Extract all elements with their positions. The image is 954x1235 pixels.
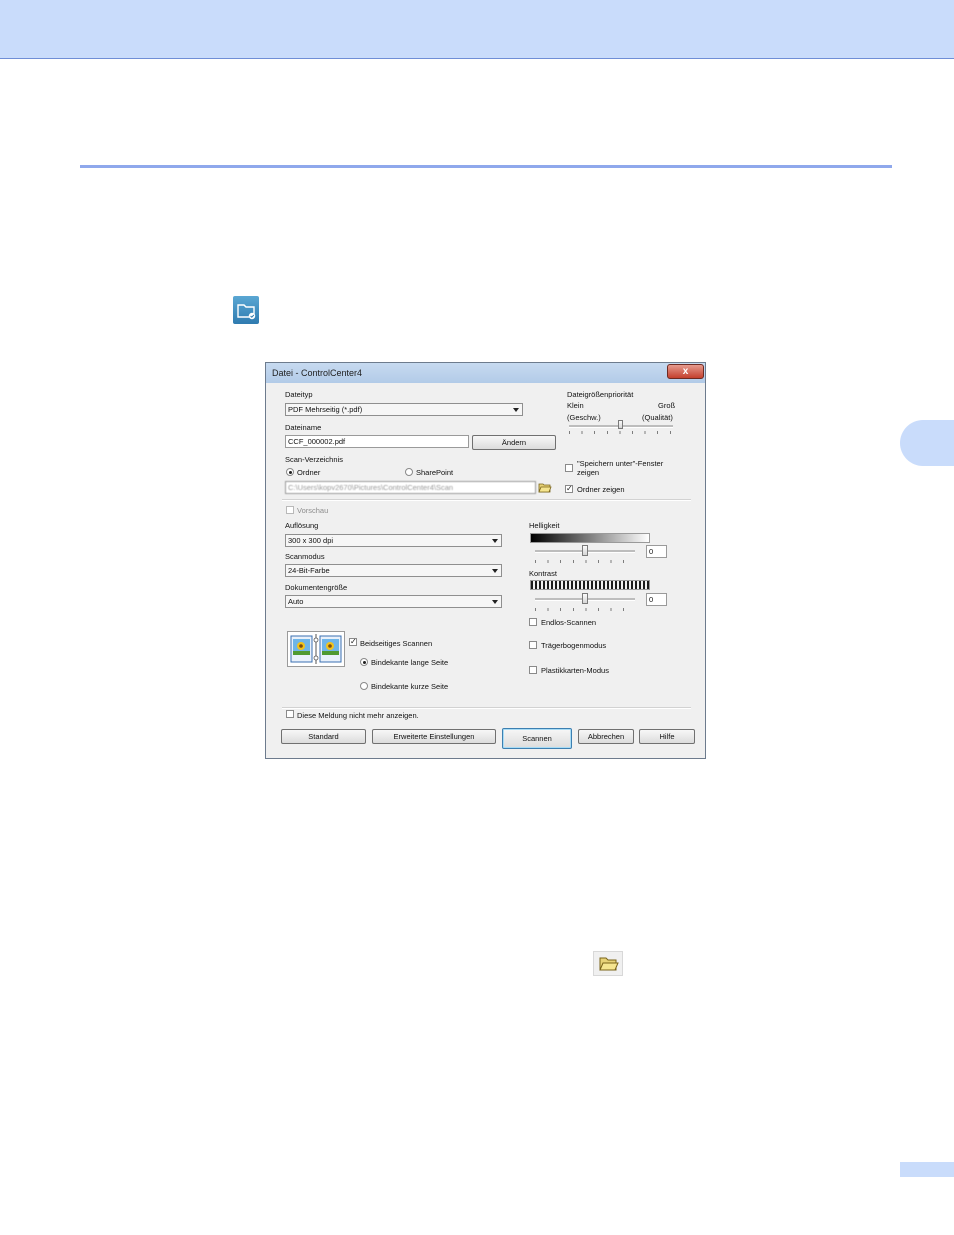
- save-as-window-checkbox[interactable]: [565, 464, 573, 472]
- show-folder-label: Ordner zeigen: [577, 485, 625, 494]
- dont-show-label: Diese Meldung nicht mehr anzeigen.: [297, 711, 419, 720]
- continuous-scan-label: Endlos-Scannen: [541, 618, 597, 627]
- short-edge-label: Bindekante kurze Seite: [371, 682, 449, 691]
- folder-scan-icon: [233, 296, 259, 324]
- preview-label: Vorschau: [297, 506, 329, 515]
- long-edge-radio[interactable]: [360, 658, 368, 666]
- brightness-value-field[interactable]: 0: [646, 545, 667, 558]
- scan-mode-label: Scanmodus: [285, 552, 325, 561]
- long-edge-label: Bindekante lange Seite: [371, 658, 449, 667]
- scan-mode-value: 24-Bit-Farbe: [288, 566, 330, 575]
- resolution-label: Auflösung: [285, 521, 319, 530]
- file-type-select[interactable]: PDF Mehrseitig (*.pdf): [285, 403, 523, 416]
- chevron-down-icon: [492, 539, 498, 543]
- contrast-ticks: [535, 608, 635, 611]
- advanced-settings-button[interactable]: Erweiterte Einstellungen: [372, 729, 496, 744]
- separator-top: [282, 499, 691, 501]
- carrier-sheet-checkbox[interactable]: [529, 641, 537, 649]
- chapter-tab: [900, 420, 954, 466]
- size-priority-label: Dateigrößenpriorität: [567, 390, 634, 399]
- cancel-button[interactable]: Abbrechen: [578, 729, 634, 744]
- resolution-select[interactable]: 300 x 300 dpi: [285, 534, 502, 547]
- plastic-card-checkbox[interactable]: [529, 666, 537, 674]
- scan-button[interactable]: Scannen: [502, 728, 572, 749]
- duplex-label: Beidseitiges Scannen: [360, 639, 433, 648]
- close-button[interactable]: x: [667, 364, 704, 379]
- folder-open-icon: [593, 951, 623, 976]
- folder-radio-label: Ordner: [297, 468, 321, 477]
- file-type-label: Dateityp: [285, 390, 313, 399]
- document-size-select[interactable]: Auto: [285, 595, 502, 608]
- scan-mode-select[interactable]: 24-Bit-Farbe: [285, 564, 502, 577]
- change-button[interactable]: Ändern: [472, 435, 556, 450]
- preview-checkbox[interactable]: [286, 506, 294, 514]
- file-name-field[interactable]: CCF_000002.pdf: [285, 435, 469, 448]
- page-number-tab: [900, 1162, 954, 1177]
- dialog-title: Datei - ControlCenter4: [272, 368, 363, 378]
- short-edge-radio[interactable]: [360, 682, 368, 690]
- chevron-down-icon: [492, 600, 498, 604]
- section-divider: [80, 165, 892, 168]
- show-folder-checkbox[interactable]: ✓: [565, 485, 573, 493]
- size-small-label: Klein: [567, 401, 584, 410]
- folder-open-icon[interactable]: [538, 481, 552, 494]
- separator-bottom: [282, 707, 691, 709]
- folder-radio[interactable]: [286, 468, 294, 476]
- scan-folder-path-field[interactable]: C:\Users\kopv2670\Pictures\ControlCenter…: [285, 481, 536, 494]
- size-large-label: Groß: [658, 401, 676, 410]
- document-size-label: Dokumentengröße: [285, 583, 348, 592]
- chevron-down-icon: [492, 569, 498, 573]
- controlcenter-file-dialog: Datei - ControlCenter4 x Dateityp PDF Me…: [265, 362, 706, 759]
- carrier-sheet-label: Trägerbogenmodus: [541, 641, 607, 650]
- brightness-label: Helligkeit: [529, 521, 560, 530]
- sharepoint-radio[interactable]: [405, 468, 413, 476]
- scan-folder-label: Scan-Verzeichnis: [285, 455, 343, 464]
- plastic-card-label: Plastikkarten-Modus: [541, 666, 609, 675]
- chevron-down-icon: [513, 408, 519, 412]
- dont-show-checkbox[interactable]: [286, 710, 294, 718]
- size-priority-slider[interactable]: [618, 420, 623, 429]
- contrast-value-field[interactable]: 0: [646, 593, 667, 606]
- resolution-value: 300 x 300 dpi: [288, 536, 334, 545]
- brightness-ticks: [535, 560, 635, 563]
- dialog-titlebar: Datei - ControlCenter4 x: [266, 363, 705, 383]
- document-size-value: Auto: [288, 597, 304, 606]
- file-type-value: PDF Mehrseitig (*.pdf): [288, 405, 363, 414]
- duplex-checkbox[interactable]: ✓: [349, 638, 357, 646]
- duplex-illustration: [287, 631, 345, 667]
- sharepoint-radio-label: SharePoint: [416, 468, 454, 477]
- contrast-slider[interactable]: [582, 593, 588, 604]
- size-priority-ticks: [569, 431, 673, 434]
- contrast-label: Kontrast: [529, 569, 557, 578]
- brightness-slider[interactable]: [582, 545, 588, 556]
- contrast-pattern: [530, 580, 650, 590]
- brightness-gradient: [530, 533, 650, 543]
- standard-button[interactable]: Standard: [281, 729, 366, 744]
- help-button[interactable]: Hilfe: [639, 729, 695, 744]
- file-name-label: Dateiname: [285, 423, 322, 432]
- size-large-note: (Qualität): [642, 413, 673, 422]
- save-as-window-label: "Speichern unter"-Fenster zeigen: [577, 459, 664, 477]
- page-header-band: [0, 0, 954, 59]
- continuous-scan-checkbox[interactable]: [529, 618, 537, 626]
- size-small-note: (Geschw.): [567, 413, 601, 422]
